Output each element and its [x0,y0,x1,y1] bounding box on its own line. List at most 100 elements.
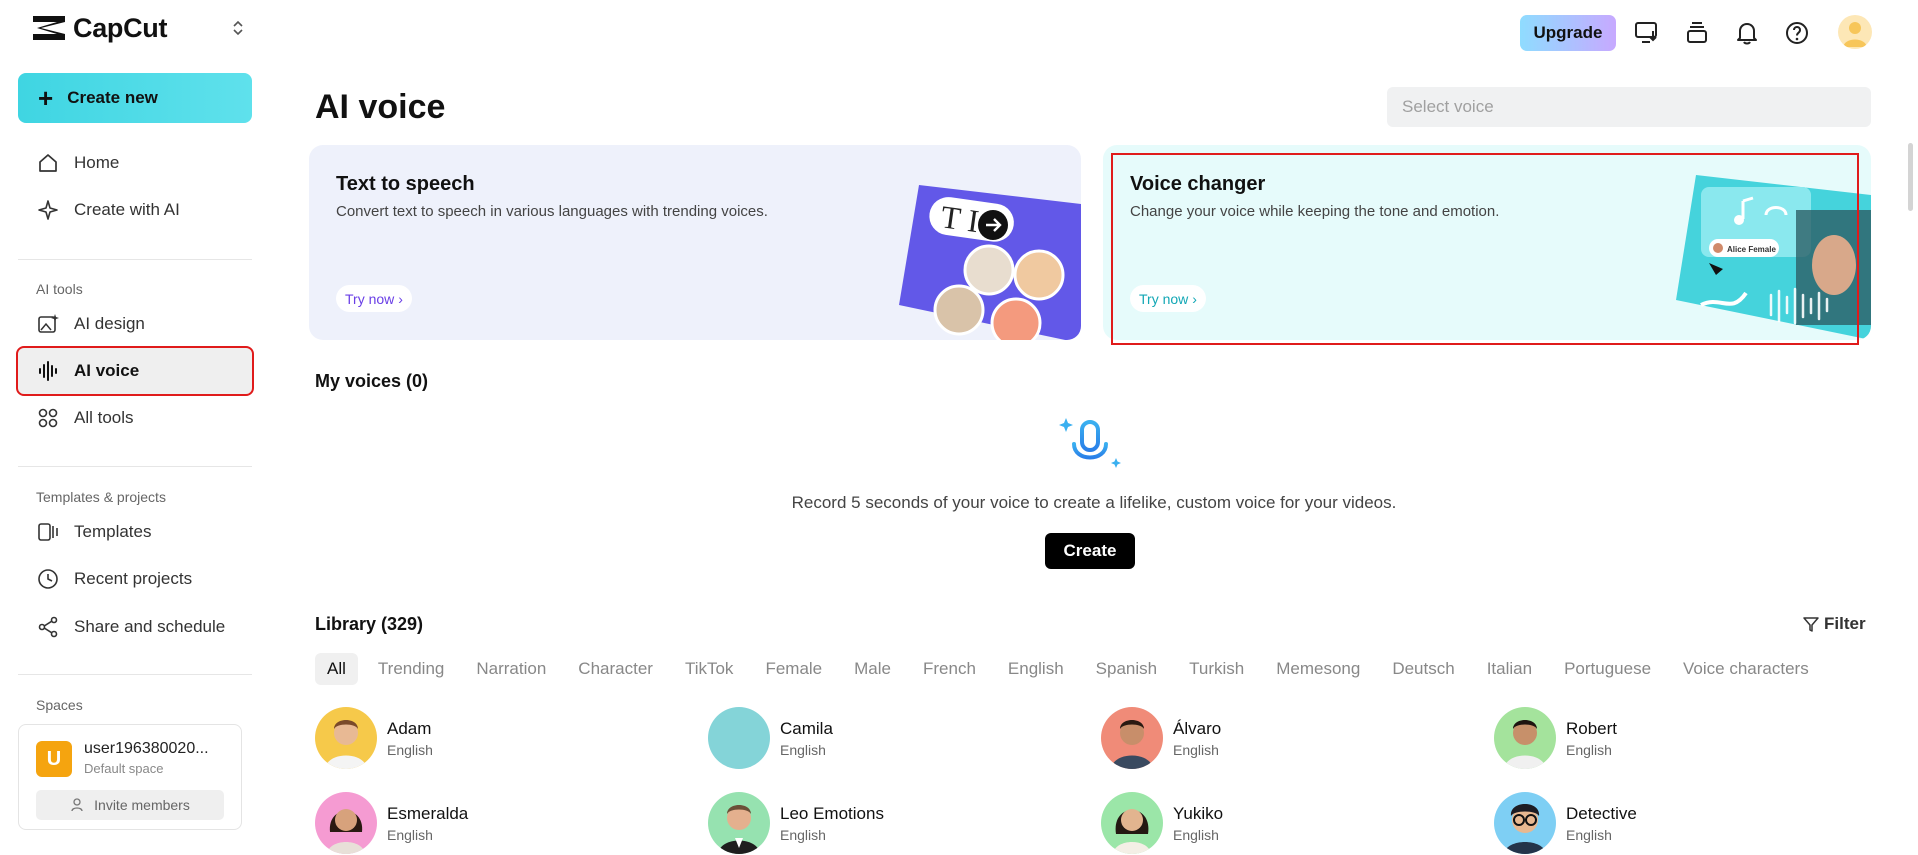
create-new-label: Create new [67,88,158,107]
voice-avatar [1101,707,1163,769]
chip-memesong[interactable]: Memesong [1276,653,1360,685]
sidebar-item-ai-voice[interactable]: AI voice [16,346,254,396]
sidebar-item-label: Share and schedule [74,617,226,636]
voice-language: English [1173,741,1219,758]
voice-language: English [1173,826,1219,843]
bell-icon[interactable] [1732,18,1762,48]
voice-item[interactable]: Adam English [315,706,615,770]
filter-button[interactable]: Filter [1802,614,1866,634]
chip-narration[interactable]: Narration [476,653,546,685]
chip-deutsch[interactable]: Deutsch [1392,653,1454,685]
chip-voice-characters[interactable]: Voice characters [1683,653,1809,685]
tts-try-now-button[interactable]: Try now › [336,285,412,312]
voice-avatar [315,707,377,769]
sidebar-item-label: Templates [74,522,152,541]
filter-icon [1803,617,1819,632]
sidebar-item-share-and-schedule[interactable]: Share and schedule [18,604,252,650]
sidebar-item-all-tools[interactable]: All tools [18,395,252,441]
help-icon[interactable] [1782,18,1812,48]
space-card[interactable]: U user196380020... Default space Invite … [18,724,242,830]
sidebar-divider [18,466,252,467]
sidebar-item-label: All tools [74,408,134,427]
voice-avatar [1494,792,1556,854]
sidebar-item-ai-design[interactable]: AI design [18,301,252,347]
chip-spanish[interactable]: Spanish [1096,653,1157,685]
add-person-icon [71,798,83,812]
chevron-right-icon: › [398,290,403,307]
voice-changer-card[interactable]: Voice changer Change your voice while ke… [1103,145,1871,340]
vc-card-title: Voice changer [1130,173,1266,195]
svg-text:Alice Female: Alice Female [1727,245,1776,254]
tts-card-title: Text to speech [336,173,475,195]
logo[interactable]: CapCut [30,12,245,44]
voice-language: English [1566,826,1612,843]
layers-icon[interactable] [1682,18,1712,48]
voice-avatar [708,707,770,769]
voice-item[interactable]: Álvaro English [1101,706,1401,770]
voice-item[interactable]: Yukiko English [1101,791,1401,855]
voice-name: Detective [1566,803,1637,823]
chip-female[interactable]: Female [765,653,822,685]
avatar[interactable] [1838,15,1872,49]
upgrade-button[interactable]: Upgrade [1520,15,1616,51]
try-now-label: Try now [345,290,395,307]
sidebar-item-home[interactable]: Home [18,140,252,186]
chip-italian[interactable]: Italian [1487,653,1532,685]
create-voice-button[interactable]: Create [1045,533,1135,569]
chip-tiktok[interactable]: TikTok [685,653,734,685]
sidebar: CapCut + Create new Home Create with AI … [0,0,270,855]
template-icon [36,520,60,544]
chip-french[interactable]: French [923,653,976,685]
vc-try-now-button[interactable]: Try now › [1130,285,1206,312]
voice-item[interactable]: Robert English [1494,706,1794,770]
chip-male[interactable]: Male [854,653,891,685]
chip-all[interactable]: All [315,653,358,685]
chip-character[interactable]: Character [578,653,653,685]
sidebar-item-create-with-ai[interactable]: Create with AI [18,187,252,233]
chip-trending[interactable]: Trending [378,653,444,685]
sidebar-item-label: AI voice [74,361,140,380]
spaces-heading: Spaces [36,697,83,713]
desktop-download-icon[interactable] [1632,18,1662,48]
user-avatar-icon [1843,22,1867,47]
try-now-label: Try now [1139,290,1189,307]
invite-members-button[interactable]: Invite members [36,790,224,820]
invite-members-label: Invite members [94,797,190,813]
voice-item[interactable]: Camila English [708,706,1008,770]
voice-name: Yukiko [1173,803,1224,823]
sidebar-item-recent-projects[interactable]: Recent projects [18,556,252,602]
text-to-speech-card[interactable]: Text to speech Convert text to speech in… [309,145,1081,340]
tts-card-description: Convert text to speech in various langua… [336,203,768,220]
chip-turkish[interactable]: Turkish [1189,653,1244,685]
space-name: user196380020... [84,740,209,757]
voice-item[interactable]: Detective English [1494,791,1794,855]
workspace-switch-icon[interactable] [231,18,245,38]
share-icon [36,615,60,639]
sidebar-item-label: Create with AI [74,200,180,219]
create-new-button[interactable]: + Create new [18,73,252,123]
voice-avatar [708,792,770,854]
voice-name: Leo Emotions [780,803,884,823]
voice-item[interactable]: Esmeralda English [315,791,615,855]
logo-text: CapCut [73,12,168,43]
sidebar-item-label: AI design [74,314,145,333]
page-scrollbar[interactable] [1908,143,1913,211]
chip-portuguese[interactable]: Portuguese [1564,653,1651,685]
grid-icon [36,406,60,430]
voice-language: English [780,826,826,843]
voice-language: English [780,741,826,758]
voice-item[interactable]: Leo Emotions English [708,791,1008,855]
voice-avatar [1494,707,1556,769]
tts-illustration: T I [899,185,1081,340]
voice-language: English [1566,741,1612,758]
library-category-tabs: All Trending Narration Character TikTok … [315,653,1841,685]
plus-icon: + [38,83,54,113]
select-voice-input[interactable] [1387,87,1871,127]
voice-name: Esmeralda [387,803,469,823]
chip-english[interactable]: English [1008,653,1064,685]
sidebar-item-templates[interactable]: Templates [18,509,252,555]
svg-text:T I: T I [939,198,981,239]
voice-language: English [387,826,433,843]
sparkle-icon [36,198,60,222]
microphone-icon [1059,418,1121,474]
